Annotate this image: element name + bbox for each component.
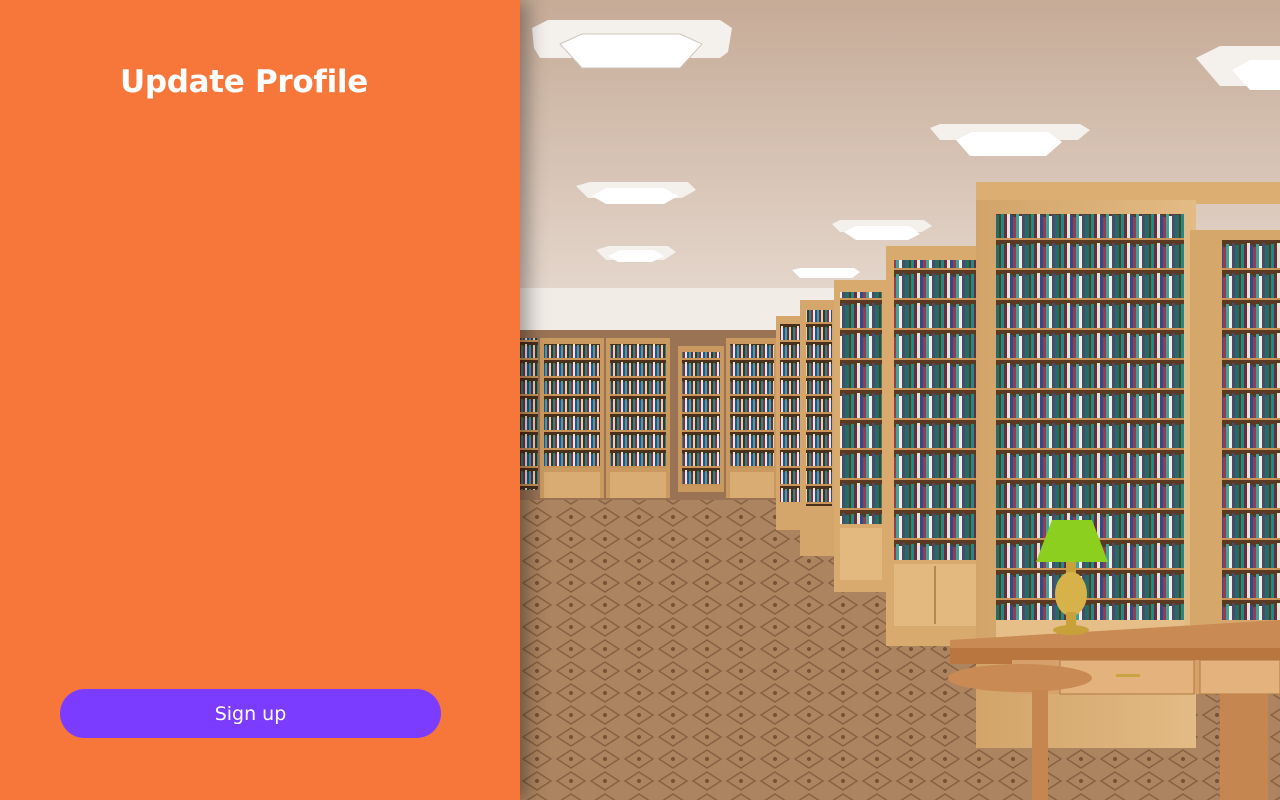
page: Update Profile Sign up: [0, 0, 1280, 800]
profile-form-panel: Update Profile Sign up: [0, 0, 520, 800]
library-photo-icon: [520, 0, 1280, 800]
signup-button[interactable]: Sign up: [60, 689, 441, 738]
library-hero-image: [520, 0, 1280, 800]
far-bookshelves: [520, 338, 778, 498]
page-title: Update Profile: [120, 64, 368, 100]
